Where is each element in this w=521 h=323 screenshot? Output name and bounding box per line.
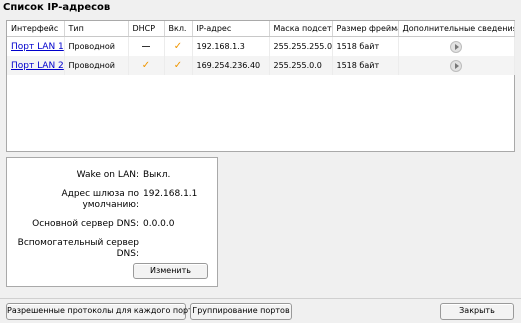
col-type[interactable]: Тип [64, 21, 129, 37]
ip-address-table: Интерфейс Тип DHCP Вкл. IP-адрес Маска п… [6, 20, 515, 152]
dns1-label: Основной сервер DNS: [32, 219, 139, 229]
details-cell [398, 36, 515, 56]
col-frame[interactable]: Размер фрейма [332, 21, 399, 37]
enabled-cell: ✓ [164, 36, 193, 56]
col-ip[interactable]: IP-адрес [192, 21, 270, 37]
mask-cell: 255.255.255.0 [269, 36, 333, 56]
dhcp-cell: ✓ [128, 56, 165, 75]
col-dhcp[interactable]: DHCP [128, 21, 165, 37]
table-header-row: Интерфейс Тип DHCP Вкл. IP-адрес Маска п… [7, 21, 515, 37]
port-grouping-button[interactable]: Группирование портов [190, 303, 292, 320]
col-interface[interactable]: Интерфейс [7, 21, 65, 37]
frame-cell: 1518 байт [332, 36, 399, 56]
ip-cell: 192.168.1.3 [192, 36, 270, 56]
window-title: Список IP-адресов [3, 2, 111, 13]
col-enabled[interactable]: Вкл. [164, 21, 193, 37]
dns2-label-line2: DNS: [116, 249, 139, 259]
interface-details-panel: Wake on LAN: Выкл. Адрес шлюза по умолча… [6, 157, 218, 287]
ip-cell: 169.254.236.40 [192, 56, 270, 75]
check-icon: ✓ [173, 60, 183, 71]
gateway-label-line1: Адрес шлюза по [61, 189, 139, 199]
enabled-cell: ✓ [164, 56, 193, 75]
mask-cell: 255.255.0.0 [269, 56, 333, 75]
table-row[interactable]: Порт LAN 1 Проводной ✓ 192.168.1.3 255.2… [7, 36, 515, 56]
interface-link[interactable]: Порт LAN 1 [11, 42, 63, 52]
frame-cell: 1518 байт [332, 56, 399, 75]
wol-label: Wake on LAN: [76, 170, 139, 180]
change-button[interactable]: Изменить [133, 263, 208, 279]
footer-divider [0, 298, 521, 299]
col-details[interactable]: Дополнительные сведения [398, 21, 515, 37]
dns1-value: 0.0.0.0 [143, 219, 175, 229]
dash-icon [142, 46, 150, 47]
col-mask[interactable]: Маска подсети [269, 21, 333, 37]
table-row[interactable]: Порт LAN 2 Проводной ✓ ✓ 169.254.236.40 … [7, 56, 515, 75]
dhcp-cell [128, 36, 165, 56]
check-icon: ✓ [173, 41, 183, 52]
close-button[interactable]: Закрыть [440, 303, 514, 320]
play-icon[interactable] [450, 40, 462, 53]
check-icon: ✓ [141, 60, 151, 71]
type-cell: Проводной [64, 56, 129, 75]
play-icon[interactable] [450, 59, 462, 72]
details-cell [398, 56, 515, 75]
interface-link[interactable]: Порт LAN 2 [11, 61, 63, 71]
protocols-per-port-button[interactable]: Разрешенные протоколы для каждого порта [6, 303, 198, 320]
gateway-value: 192.168.1.1 [143, 189, 198, 199]
wol-value: Выкл. [143, 170, 171, 180]
type-cell: Проводной [64, 36, 129, 56]
gateway-label-line2: умолчанию: [82, 200, 139, 210]
dns2-label-line1: Вспомогательный сервер [17, 238, 139, 248]
